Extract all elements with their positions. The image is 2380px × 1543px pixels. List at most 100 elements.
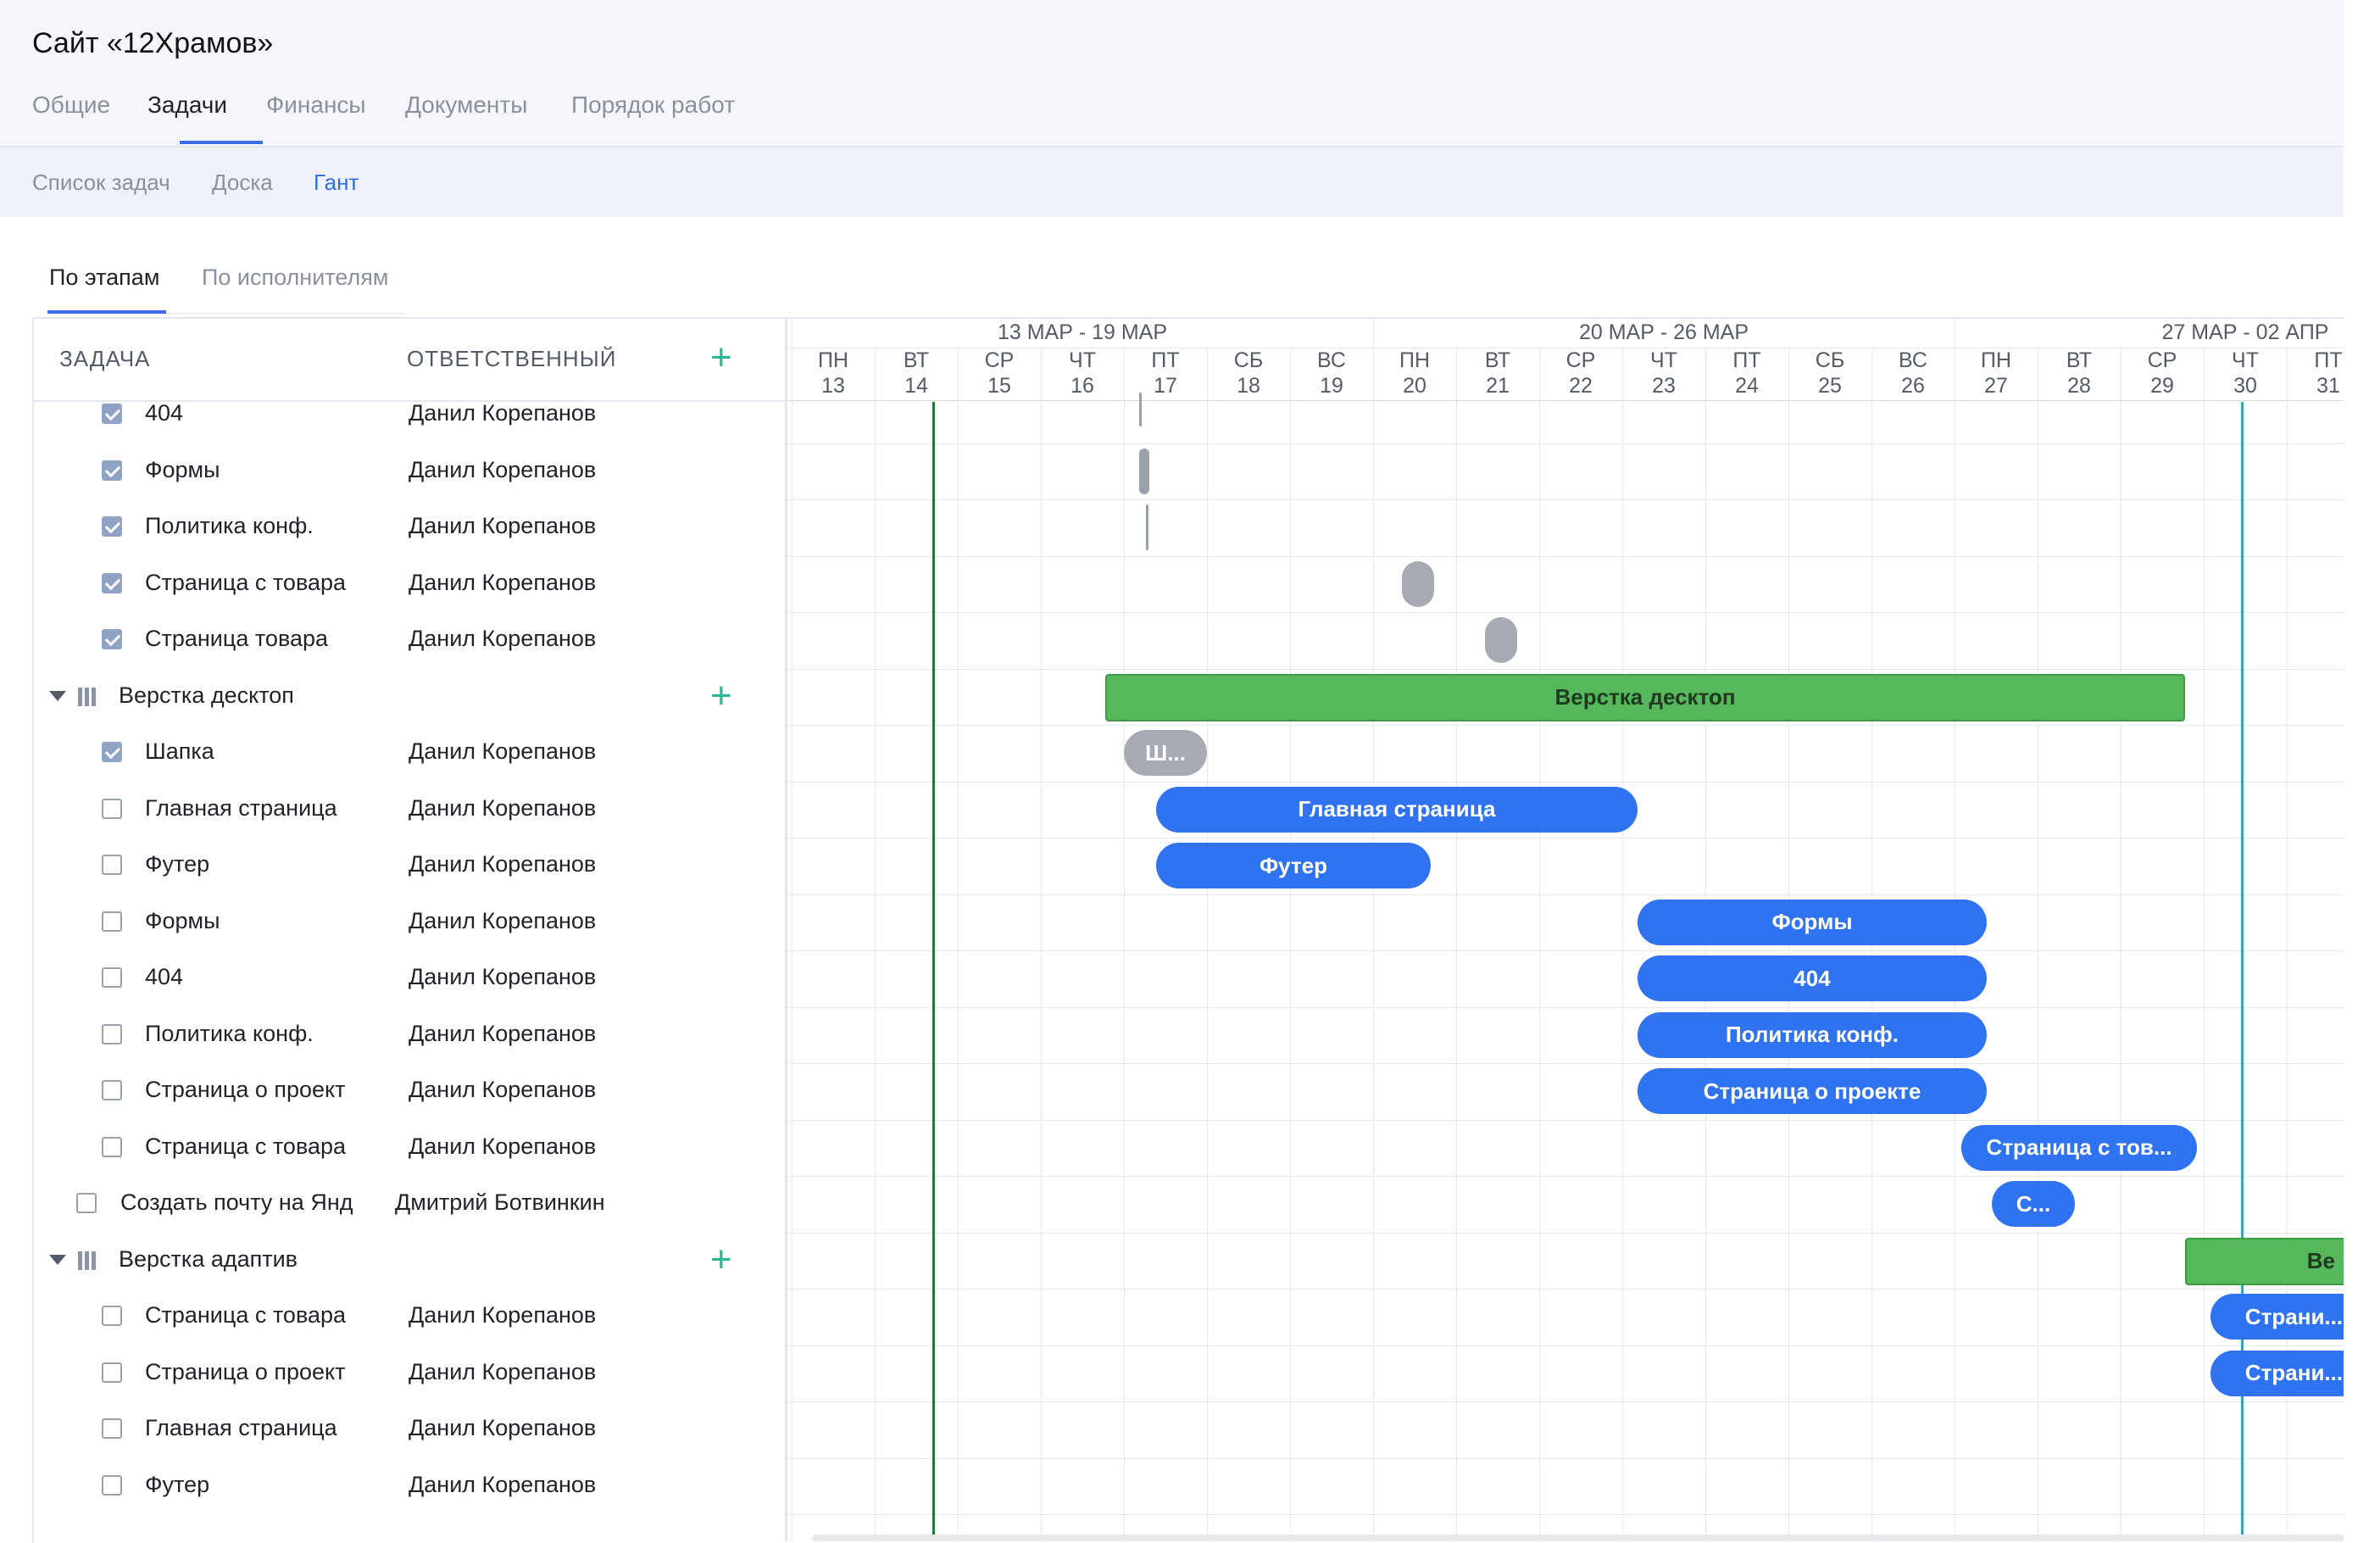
add-task-button[interactable]: + <box>710 1240 732 1278</box>
task-name[interactable]: Страница о проект <box>145 1359 391 1385</box>
task-checkbox[interactable] <box>102 460 122 481</box>
task-bar[interactable]: С... <box>1992 1181 2075 1228</box>
task-assignee[interactable]: Данил Корепанов <box>409 400 596 426</box>
add-stage-button[interactable]: + <box>710 339 732 376</box>
task-assignee[interactable]: Данил Корепанов <box>409 851 596 877</box>
task-row[interactable]: Формы Данил Корепанов <box>34 443 785 499</box>
task-checkbox[interactable] <box>102 855 122 875</box>
task-name[interactable]: Страница с товара <box>145 570 391 596</box>
subtab-gantt[interactable]: Гант <box>314 170 359 196</box>
task-row[interactable]: Страница с товара Данил Корепанов <box>34 556 785 612</box>
task-bar[interactable]: Главная страница <box>1156 786 1638 833</box>
task-bar[interactable]: Страни... <box>2210 1294 2344 1340</box>
task-checkbox[interactable] <box>102 798 122 819</box>
tab-finance[interactable]: Финансы <box>266 92 366 119</box>
task-checkbox[interactable] <box>102 967 122 988</box>
milestone-tick[interactable] <box>1139 448 1149 494</box>
task-name[interactable]: Страница товара <box>145 626 391 652</box>
task-bar[interactable]: Страница о проекте <box>1638 1068 1987 1115</box>
view-tab-by-assignee[interactable]: По исполнителям <box>202 265 388 291</box>
task-row[interactable]: Шапка Данил Корепанов <box>34 725 785 781</box>
milestone-tick[interactable] <box>1146 504 1148 551</box>
task-assignee[interactable]: Данил Корепанов <box>409 1134 596 1160</box>
task-assignee[interactable]: Данил Корепанов <box>409 1472 596 1498</box>
task-name[interactable]: Футер <box>145 1472 391 1498</box>
task-bar[interactable]: Формы <box>1638 899 1987 945</box>
tab-general[interactable]: Общие <box>32 92 110 119</box>
tab-work-order[interactable]: Порядок работ <box>571 92 735 119</box>
view-tab-by-stage[interactable]: По этапам <box>49 265 159 291</box>
task-checkbox[interactable] <box>102 629 122 649</box>
task-row[interactable]: Страница с товара Данил Корепанов <box>34 1120 785 1176</box>
task-checkbox[interactable] <box>102 404 122 424</box>
task-row[interactable]: Формы Данил Корепанов <box>34 894 785 950</box>
task-name[interactable]: Политика конф. <box>145 1021 391 1047</box>
task-assignee[interactable]: Данил Корепанов <box>409 738 596 765</box>
task-assignee[interactable]: Данил Корепанов <box>409 908 596 934</box>
task-name[interactable]: Политика конф. <box>145 513 391 539</box>
task-assignee[interactable]: Данил Корепанов <box>409 1359 596 1385</box>
task-row[interactable]: Главная страница Данил Корепанов <box>34 782 785 838</box>
task-name[interactable]: Формы <box>145 908 391 934</box>
task-checkbox[interactable] <box>102 911 122 932</box>
task-checkbox[interactable] <box>102 1136 122 1157</box>
task-bar[interactable]: 404 <box>1638 955 1987 1002</box>
add-task-button[interactable]: + <box>710 677 732 715</box>
task-row[interactable]: Страница товара Данил Корепанов <box>34 612 785 668</box>
task-name[interactable]: Создать почту на Янд <box>120 1189 388 1216</box>
task-assignee[interactable]: Данил Корепанов <box>409 570 596 596</box>
task-assignee[interactable]: Данил Корепанов <box>409 513 596 539</box>
task-bar[interactable]: Страница с тов... <box>1961 1124 2197 1171</box>
task-assignee[interactable]: Данил Корепанов <box>409 626 596 652</box>
task-checkbox[interactable] <box>76 1193 97 1213</box>
task-row[interactable]: Создать почту на Янд Дмитрий Ботвинкин <box>34 1176 785 1232</box>
task-name[interactable]: Страница о проект <box>145 1077 391 1103</box>
stage-bar[interactable]: Ве <box>2185 1237 2344 1285</box>
task-bar[interactable]: Политика конф. <box>1638 1011 1987 1058</box>
milestone-tick[interactable] <box>1139 393 1142 427</box>
task-row[interactable]: Политика конф. Данил Корепанов <box>34 499 785 555</box>
task-row[interactable]: Главная страница Данил Корепанов <box>34 1401 785 1457</box>
task-bar[interactable]: Ш... <box>1124 730 1207 777</box>
collapse-caret-icon[interactable] <box>49 690 66 701</box>
task-row[interactable]: Футер Данил Корепанов <box>34 838 785 894</box>
task-name[interactable]: 404 <box>145 964 391 990</box>
task-name[interactable]: 404 <box>145 400 391 426</box>
task-assignee[interactable]: Дмитрий Ботвинкин <box>395 1189 605 1216</box>
task-name[interactable]: Шапка <box>145 738 391 765</box>
task-row[interactable]: Страница с товара Данил Корепанов <box>34 1289 785 1345</box>
task-checkbox[interactable] <box>102 1080 122 1100</box>
task-row[interactable]: 404 Данил Корепанов <box>34 950 785 1006</box>
task-name[interactable]: Главная страница <box>145 1415 391 1441</box>
task-checkbox[interactable] <box>102 516 122 537</box>
task-row[interactable]: Футер Данил Корепанов <box>34 1458 785 1514</box>
task-name[interactable]: Главная страница <box>145 795 391 822</box>
tab-documents[interactable]: Документы <box>405 92 527 119</box>
task-name[interactable]: Страница с товара <box>145 1302 391 1329</box>
task-checkbox[interactable] <box>102 1306 122 1326</box>
task-row[interactable]: 404 Данил Корепанов <box>34 387 785 443</box>
task-assignee[interactable]: Данил Корепанов <box>409 457 596 483</box>
task-checkbox[interactable] <box>102 1474 122 1496</box>
task-checkbox[interactable] <box>102 1362 122 1383</box>
task-checkbox[interactable] <box>102 742 122 762</box>
task-bar[interactable] <box>1485 617 1517 664</box>
task-checkbox[interactable] <box>102 1418 122 1439</box>
task-name[interactable]: Формы <box>145 457 391 483</box>
task-bar[interactable]: Страни... <box>2210 1350 2344 1396</box>
horizontal-scrollbar[interactable] <box>812 1535 2344 1541</box>
stage-row[interactable]: Верстка адаптив + <box>34 1233 785 1289</box>
task-name[interactable]: Страница с товара <box>145 1134 391 1160</box>
task-bar[interactable] <box>1402 560 1434 607</box>
task-assignee[interactable]: Данил Корепанов <box>409 1077 596 1103</box>
task-assignee[interactable]: Данил Корепанов <box>409 1302 596 1329</box>
task-assignee[interactable]: Данил Корепанов <box>409 1021 596 1047</box>
task-assignee[interactable]: Данил Корепанов <box>409 1415 596 1441</box>
task-row[interactable]: Политика конф. Данил Корепанов <box>34 1007 785 1063</box>
task-assignee[interactable]: Данил Корепанов <box>409 795 596 822</box>
task-checkbox[interactable] <box>102 1023 122 1044</box>
task-checkbox[interactable] <box>102 572 122 593</box>
collapse-caret-icon[interactable] <box>49 1254 66 1265</box>
task-row[interactable]: Страница о проект Данил Корепанов <box>34 1345 785 1401</box>
task-name[interactable]: Футер <box>145 851 391 877</box>
